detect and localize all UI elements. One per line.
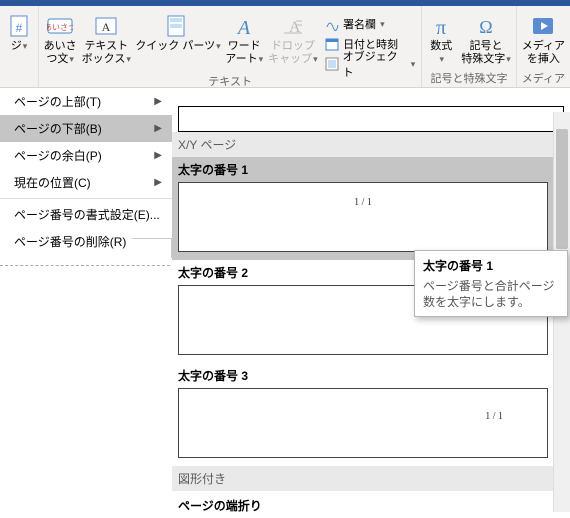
menu-label: ページ番号の削除(R) [14, 233, 126, 250]
gallery-doc-preview-top [178, 106, 564, 132]
chevron-down-icon: ▾ [216, 41, 221, 51]
wordart-label: ワード アート [225, 40, 260, 65]
media-button[interactable]: メディア を挿入 [519, 10, 568, 67]
ribbon-group-media: メディア を挿入 メディア [517, 6, 570, 87]
gallery-section-shape: 図形付き [172, 466, 553, 491]
signature-label: 署名欄 [343, 16, 376, 32]
symbol-label: 記号と 特殊文字 [461, 40, 505, 65]
tooltip-body: ページ番号と合計ページ数を太字にします。 [423, 278, 559, 310]
gallery-item-bold-1[interactable]: 太字の番号 1 1 / 1 [172, 157, 570, 260]
menu-fragment [132, 238, 172, 258]
page-number-button[interactable]: # ジ▾ [2, 10, 36, 55]
chevron-down-icon: ▾ [313, 54, 318, 64]
group-label-blank [2, 71, 36, 87]
chevron-down-icon: ▾ [506, 54, 511, 64]
svg-text:A: A [236, 17, 251, 37]
dropcap-button: A ドロップ キャップ▾ [266, 10, 320, 67]
chevron-right-icon: ▶ [154, 150, 162, 161]
chevron-down-icon: ▾ [439, 54, 444, 64]
tooltip: 太字の番号 1 ページ番号と合計ページ数を太字にします。 [414, 250, 568, 317]
chevron-right-icon: ▶ [154, 177, 162, 188]
menu-label: ページの余白(P) [14, 147, 102, 164]
scroll-thumb[interactable] [556, 129, 568, 249]
ribbon-group-text: あいさつ あいさ つ文▾ A テキスト ボックス▾ クイック パーツ▾ A [39, 6, 422, 87]
gallery-item-page-edge[interactable]: ページの端折り [172, 493, 570, 518]
textbox-label: テキスト ボックス [82, 40, 128, 65]
media-label: メディア を挿入 [522, 40, 565, 65]
gallery-section-xy: X/Y ページ [172, 132, 570, 157]
object-button[interactable]: オブジェクト ▾ [320, 54, 419, 74]
ribbon-group-symbols: π 数式▾ Ω 記号と 特殊文字▾ 記号と特殊文字 [422, 6, 517, 87]
quickparts-label: クイック パーツ [135, 40, 215, 52]
textbox-icon: A [95, 12, 117, 40]
svg-text:あいさつ: あいさつ [47, 23, 73, 32]
chevron-right-icon: ▶ [154, 96, 162, 107]
text-small-col: 署名欄 ▾ 日付と時刻 オブジェクト ▾ [320, 10, 419, 74]
menu-label: 現在の位置(C) [14, 174, 91, 191]
ribbon-group-page: # ジ▾ [0, 6, 39, 87]
svg-text:Ω: Ω [479, 17, 492, 37]
group-label-media: メディア [519, 71, 568, 87]
scroll-up-icon[interactable] [554, 112, 570, 129]
scroll-down-icon[interactable] [554, 495, 570, 512]
symbol-button[interactable]: Ω 記号と 特殊文字▾ [458, 10, 514, 67]
tooltip-title: 太字の番号 1 [423, 257, 559, 274]
chevron-down-icon: ▾ [23, 41, 28, 51]
media-icon [531, 12, 555, 40]
svg-text:π: π [436, 17, 446, 37]
menu-separator [0, 198, 172, 199]
svg-text:A: A [102, 20, 111, 34]
menu-format[interactable]: ページ番号の書式設定(E)... [0, 201, 172, 228]
menu-bottom-of-page[interactable]: ページの下部(B) ▶ [0, 115, 172, 142]
equation-label: 数式 [430, 40, 452, 52]
menu-current-position[interactable]: 現在の位置(C) ▶ [0, 169, 172, 196]
page-label: ジ [11, 40, 22, 52]
chevron-down-icon: ▾ [411, 59, 416, 70]
menu-label: ページ番号の書式設定(E)... [14, 206, 160, 223]
item-title: 太字の番号 3 [178, 367, 564, 384]
signature-button[interactable]: 署名欄 ▾ [320, 14, 419, 34]
quickparts-button[interactable]: クイック パーツ▾ [133, 10, 222, 55]
menu-label: ページの上部(T) [14, 93, 101, 110]
dropcap-icon: A [282, 12, 304, 40]
textbox-button[interactable]: A テキスト ボックス▾ [79, 10, 133, 67]
wordart-button[interactable]: A ワード アート▾ [223, 10, 266, 67]
dropcap-label: ドロップ キャップ [268, 40, 315, 65]
object-icon [324, 56, 340, 72]
chevron-down-icon: ▾ [380, 19, 385, 30]
greeting-icon: あいさつ [47, 12, 73, 40]
gallery-top-blank [172, 88, 570, 106]
equation-button[interactable]: π 数式 ▾ [424, 10, 458, 67]
pi-icon: π [429, 12, 453, 40]
wordart-icon: A [233, 12, 255, 40]
page-number-display: 1 / 1 [485, 411, 503, 422]
item-title: 太字の番号 1 [178, 161, 564, 178]
signature-icon [324, 16, 340, 32]
ribbon: # ジ▾ あいさつ あいさ つ文▾ A テキスト ボックス▾ [0, 6, 570, 88]
menu-top-of-page[interactable]: ページの上部(T) ▶ [0, 88, 172, 115]
menu-dotted-divider [0, 265, 170, 266]
svg-text:#: # [16, 21, 23, 35]
chevron-right-icon: ▶ [154, 123, 162, 134]
omega-icon: Ω [474, 12, 498, 40]
greeting-button[interactable]: あいさつ あいさ つ文▾ [41, 10, 79, 67]
calendar-icon [324, 36, 340, 52]
menu-page-margin[interactable]: ページの余白(P) ▶ [0, 142, 172, 169]
chevron-down-icon: ▾ [69, 54, 74, 64]
gallery-item-bold-3[interactable]: 太字の番号 3 1 / 1 [172, 363, 570, 466]
menu-label: ページの下部(B) [14, 120, 102, 137]
item-preview: 1 / 1 [178, 182, 548, 252]
chevron-down-icon: ▾ [259, 54, 264, 64]
page-icon: # [10, 12, 28, 40]
item-preview: 1 / 1 [178, 388, 548, 458]
group-label-symbols: 記号と特殊文字 [424, 71, 514, 87]
page-number-display: 1 / 1 [354, 197, 372, 208]
quickparts-icon [167, 12, 189, 40]
chevron-down-icon: ▾ [126, 54, 131, 64]
